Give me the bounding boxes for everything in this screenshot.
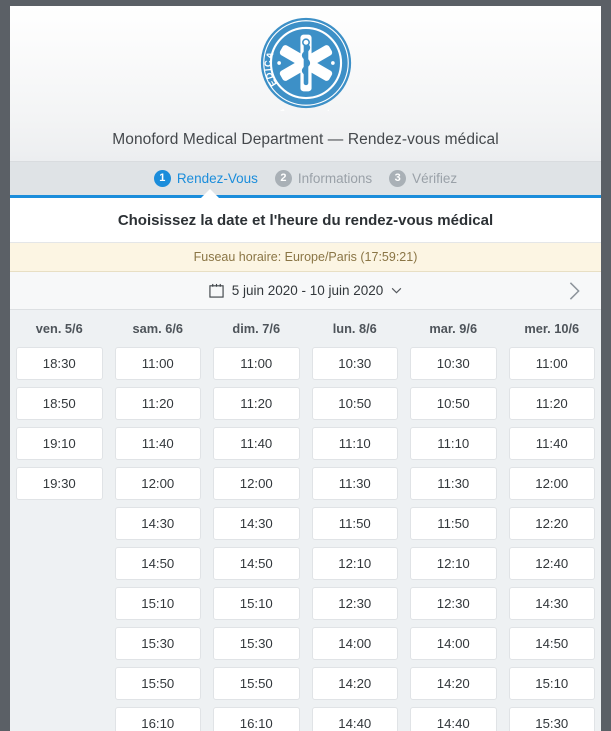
time-slot-button[interactable]: 18:30 xyxy=(16,347,103,380)
time-slot-button[interactable]: 14:30 xyxy=(114,507,201,540)
timezone-banner: Fuseau horaire: Europe/Paris (17:59:21) xyxy=(10,243,601,272)
time-slot-button[interactable]: 12:30 xyxy=(311,587,398,620)
step-number-2: 2 xyxy=(274,170,292,187)
time-slot-button[interactable]: 14:30 xyxy=(508,587,595,620)
time-slot-button[interactable]: 12:30 xyxy=(410,587,497,620)
time-slot-button[interactable]: 15:10 xyxy=(213,587,300,620)
day-column: mer. 10/6 11:00 11:20 11:40 12:00 12:20 12:40 1… xyxy=(503,310,602,731)
logo-bottom-text: DEPARTMENT xyxy=(275,107,334,110)
time-slot-button[interactable]: 12:20 xyxy=(508,507,595,540)
time-slot-button[interactable]: 11:40 xyxy=(508,427,595,460)
step-tab-rendez-vous[interactable]: 1 Rendez-Vous xyxy=(153,170,258,187)
time-slot-button[interactable]: 11:50 xyxy=(311,507,398,540)
time-slot-button[interactable]: 11:20 xyxy=(508,387,595,420)
time-slot-button[interactable]: 16:10 xyxy=(114,707,201,731)
step-number-3: 3 xyxy=(389,170,407,187)
step-nav: 1 Rendez-Vous 2 Informations 3 Vérifiez xyxy=(10,162,601,198)
day-column-header: mar. 9/6 xyxy=(429,321,478,336)
time-slot-button[interactable]: 14:50 xyxy=(508,627,595,660)
time-slot-grid: ven. 5/6 18:30 18:50 19:10 19:30 sam. 6/6 11:0… xyxy=(10,310,601,731)
time-slot-button[interactable]: 19:10 xyxy=(16,427,103,460)
time-slot-button[interactable]: 10:30 xyxy=(311,347,398,380)
time-slot-button[interactable]: 11:00 xyxy=(508,347,595,380)
time-slot-button[interactable]: 15:10 xyxy=(114,587,201,620)
step-label-3: Vérifiez xyxy=(412,171,458,186)
time-slot-button[interactable]: 11:40 xyxy=(213,427,300,460)
time-slot-button[interactable]: 15:50 xyxy=(213,667,300,700)
step-label-2: Informations xyxy=(297,171,373,186)
time-slot-button[interactable]: 11:30 xyxy=(410,467,497,500)
day-column: lun. 8/6 10:30 10:50 11:10 11:30 11:50 12:10 12… xyxy=(306,310,405,731)
day-column-header: dim. 7/6 xyxy=(232,321,281,336)
day-column: mar. 9/6 10:30 10:50 11:10 11:30 11:50 12:10 12… xyxy=(404,310,503,731)
day-column: sam. 6/6 11:00 11:20 11:40 12:00 14:30 14:50 15… xyxy=(109,310,208,731)
time-slot-button[interactable]: 14:30 xyxy=(213,507,300,540)
step-tab-verifiez[interactable]: 3 Vérifiez xyxy=(389,170,457,187)
app-window: MONOFORD DEPARTMENT MEDICAL Monoford Med… xyxy=(10,6,601,731)
time-slot-button[interactable]: 11:20 xyxy=(213,387,300,420)
calendar-icon xyxy=(209,283,224,298)
next-week-button[interactable] xyxy=(557,272,591,309)
time-slot-button[interactable]: 11:10 xyxy=(311,427,398,460)
time-slot-button[interactable]: 15:50 xyxy=(114,667,201,700)
day-column-header: ven. 5/6 xyxy=(35,321,83,336)
time-slot-button[interactable]: 14:50 xyxy=(213,547,300,580)
chevron-right-icon xyxy=(569,281,580,300)
day-column: ven. 5/6 18:30 18:50 19:10 19:30 xyxy=(10,310,109,731)
svg-text:DEPARTMENT: DEPARTMENT xyxy=(275,107,335,110)
time-slot-button[interactable]: 15:30 xyxy=(508,707,595,731)
page-title: Monoford Medical Department — Rendez-vou… xyxy=(112,131,499,148)
time-slot-button[interactable]: 12:40 xyxy=(508,547,595,580)
day-column-header: sam. 6/6 xyxy=(132,321,183,336)
time-slot-button[interactable]: 15:10 xyxy=(508,667,595,700)
section-heading: Choisissez la date et l'heure du rendez-… xyxy=(117,211,494,229)
time-slot-button[interactable]: 12:00 xyxy=(114,467,201,500)
time-slot-button[interactable]: 14:40 xyxy=(311,707,398,731)
time-slot-button[interactable]: 16:10 xyxy=(213,707,300,731)
time-slot-button[interactable]: 14:00 xyxy=(311,627,398,660)
time-slot-button[interactable]: 11:20 xyxy=(114,387,201,420)
step-tab-informations[interactable]: 2 Informations xyxy=(274,170,373,187)
time-slot-button[interactable]: 11:50 xyxy=(410,507,497,540)
chevron-down-icon xyxy=(392,287,402,294)
time-slot-button[interactable]: 14:20 xyxy=(311,667,398,700)
time-slot-button[interactable]: 14:20 xyxy=(410,667,497,700)
time-slot-button[interactable]: 15:30 xyxy=(213,627,300,660)
star-of-life-badge-icon: MONOFORD DEPARTMENT MEDICAL xyxy=(258,15,351,111)
time-slot-button[interactable]: 14:00 xyxy=(410,627,497,660)
date-range-picker[interactable]: 5 juin 2020 - 10 juin 2020 xyxy=(209,283,403,298)
logo-header: MONOFORD DEPARTMENT MEDICAL xyxy=(10,6,601,119)
day-column-header: lun. 8/6 xyxy=(332,321,377,336)
active-step-pointer xyxy=(201,189,219,198)
time-slot-button[interactable]: 19:30 xyxy=(16,467,103,500)
time-slot-button[interactable]: 15:30 xyxy=(114,627,201,660)
section-heading-bar: Choisissez la date et l'heure du rendez-… xyxy=(10,198,601,243)
time-slot-button[interactable]: 11:10 xyxy=(410,427,497,460)
time-slot-grid-wrapper: ven. 5/6 18:30 18:50 19:10 19:30 sam. 6/6 11:0… xyxy=(10,310,601,731)
date-range-label: 5 juin 2020 - 10 juin 2020 xyxy=(231,283,384,298)
step-number-1: 1 xyxy=(153,170,171,187)
time-slot-button[interactable]: 10:50 xyxy=(410,387,497,420)
time-slot-button[interactable]: 14:40 xyxy=(410,707,497,731)
time-slot-button[interactable]: 12:10 xyxy=(311,547,398,580)
time-slot-button[interactable]: 11:30 xyxy=(311,467,398,500)
time-slot-button[interactable]: 12:10 xyxy=(410,547,497,580)
time-slot-button[interactable]: 18:50 xyxy=(16,387,103,420)
time-slot-button[interactable]: 11:00 xyxy=(213,347,300,380)
timezone-text: Fuseau horaire: Europe/Paris (17:59:21) xyxy=(193,250,418,264)
time-slot-button[interactable]: 11:00 xyxy=(114,347,201,380)
day-column-header: mer. 10/6 xyxy=(524,321,580,336)
time-slot-button[interactable]: 14:50 xyxy=(114,547,201,580)
step-label-1: Rendez-Vous xyxy=(176,171,258,186)
time-slot-button[interactable]: 10:50 xyxy=(311,387,398,420)
time-slot-button[interactable]: 12:00 xyxy=(213,467,300,500)
time-slot-button[interactable]: 12:00 xyxy=(508,467,595,500)
time-slot-button[interactable]: 10:30 xyxy=(410,347,497,380)
day-column: dim. 7/6 11:00 11:20 11:40 12:00 14:30 14:50 15… xyxy=(207,310,306,731)
date-range-bar: 5 juin 2020 - 10 juin 2020 xyxy=(10,272,601,310)
page-title-bar: Monoford Medical Department — Rendez-vou… xyxy=(10,119,601,162)
time-slot-button[interactable]: 11:40 xyxy=(114,427,201,460)
